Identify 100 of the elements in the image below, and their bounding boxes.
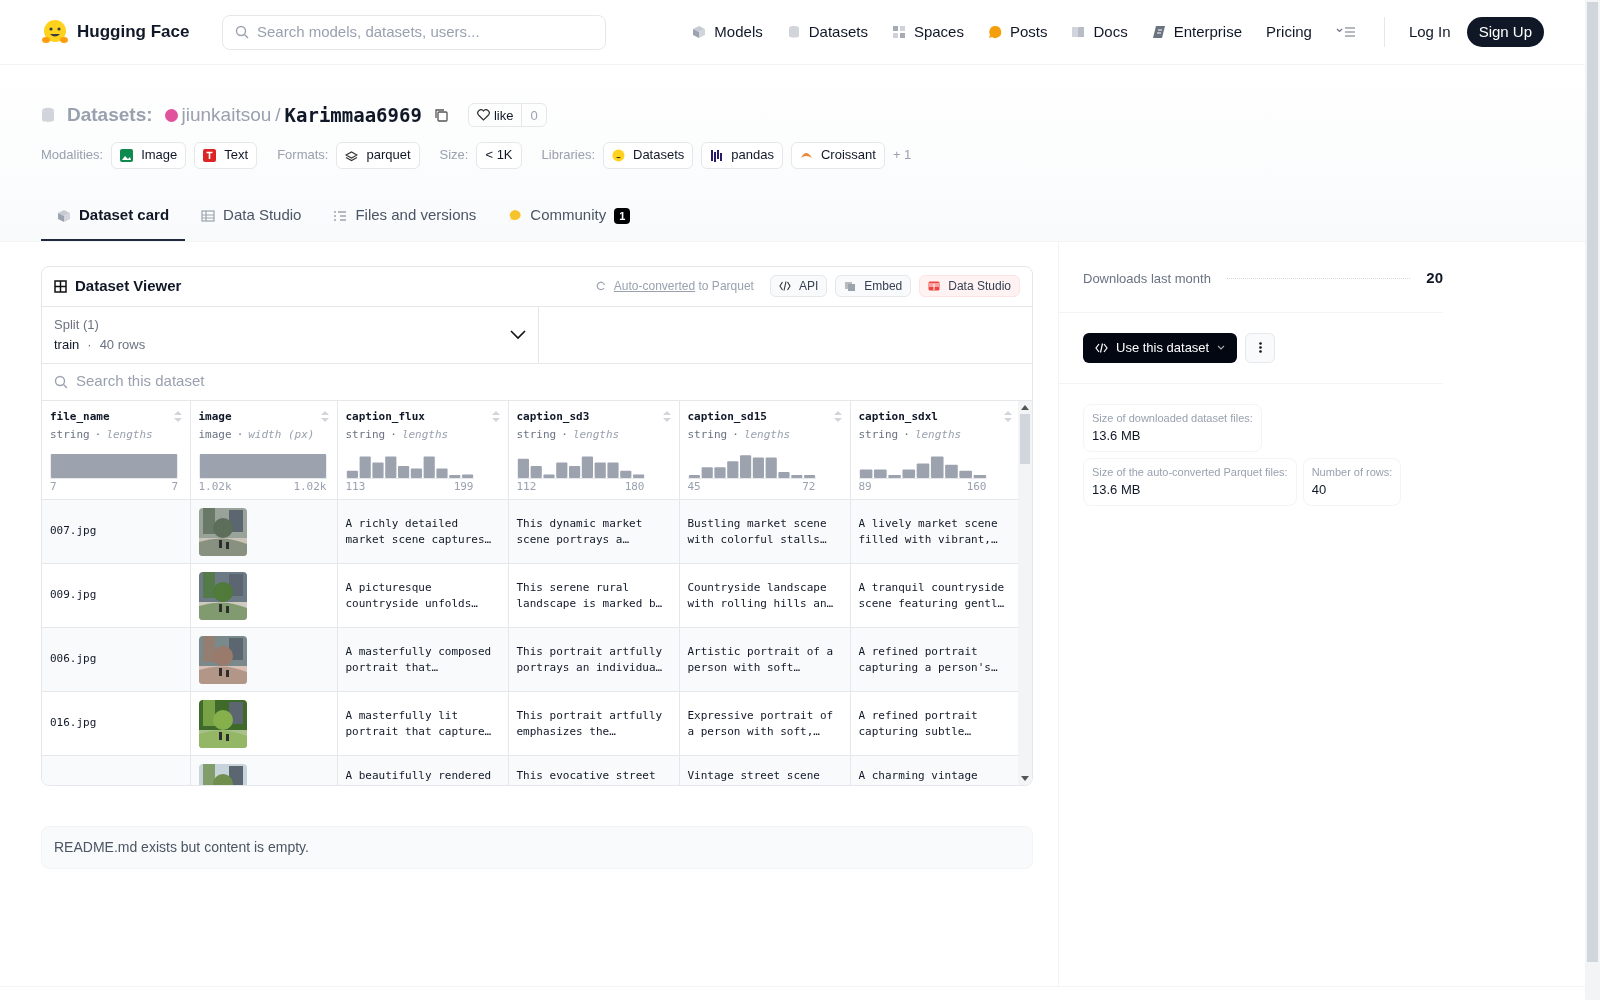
scroll-thumb[interactable] [1587,2,1598,962]
data-studio-button[interactable]: Data Studio [919,275,1020,297]
refresh-icon [595,281,606,291]
list-icon [333,208,348,223]
site-name[interactable]: Hugging Face [77,19,190,45]
like-button[interactable]: like 0 [467,103,547,128]
column-stat: lengths [572,428,620,441]
smiling-face-logo-icon[interactable] [41,18,69,46]
tab[interactable]: Community 1 [492,192,647,241]
tag-chip[interactable]: Croissant [790,141,885,169]
scrollbar[interactable] [1018,400,1032,785]
column-stat: lengths [106,428,153,441]
tag-chip[interactable]: Image [111,141,187,169]
tag-chip[interactable]: pandas [701,141,783,169]
parquet-note: to Parquet [698,279,754,293]
count-badge: 1 [614,207,631,224]
column-name[interactable]: image [198,408,232,425]
code-icon [1095,342,1108,353]
table-cell-text: This serene rural landscape is marked b… [516,579,664,612]
tag-chip[interactable]: Text [194,141,258,169]
cube-icon [57,208,71,223]
scroll-thumb[interactable] [1020,413,1030,464]
avatar-icon [164,108,178,122]
text-icon [203,148,217,162]
table-cell-text: A lively market scene filled with vibrant,… [858,515,999,548]
separator-dot: · [87,336,92,352]
tab[interactable]: Dataset card [41,192,186,241]
tag-chip[interactable]: parquet [336,141,420,169]
range-max: 180 [624,478,645,495]
column-name[interactable]: caption_sd3 [516,408,590,425]
repo-type-label: Datasets: [67,103,153,127]
heart-icon [476,109,490,122]
downloads-count: 20 [1426,268,1443,289]
smiling-face-icon [612,148,625,162]
table-cell-text: A beautifully rendered [345,768,493,784]
tag-group-label: Modalities: [41,146,104,165]
table-cell-text: A masterfully composed portrait that… [345,643,493,676]
viewer-action-button[interactable]: Embed [835,275,912,297]
speech-bubble-icon [987,25,1002,39]
table-cell-text: A refined portrait capturing subtle… [858,707,979,740]
tab[interactable]: Data Studio [185,192,318,241]
database-icon [41,107,55,124]
use-dataset-button[interactable]: Use this dataset [1083,332,1238,363]
column-stat: lengths [914,428,962,441]
range-max: 160 [966,478,987,495]
nav-link[interactable]: Docs [1071,20,1128,44]
table-cell: 006.jpg [50,652,97,666]
stat-label: Size of downloaded dataset files: [1092,410,1253,426]
dataset-name[interactable]: Karimmaa6969 [284,101,422,130]
table-cell-text: Vintage street scene [687,768,821,784]
table-cell-text: A tranquil countryside scene featuring gentl… [858,579,1006,612]
table-cell-text: Bustling market scene with colorful stalls… [687,515,828,548]
column-stat: width (px) [248,428,315,441]
tag-chip[interactable]: Datasets [603,141,694,169]
tag-icon [1151,25,1166,39]
split-dropdown[interactable]: Split (1) train · 40 rows [42,306,539,363]
column-type: image [198,428,232,441]
table-cell-text: A masterfully lit portrait that capture… [345,707,493,740]
tab[interactable]: Files and versions [317,192,493,241]
range-min: 112 [516,478,537,495]
column-stat: lengths [743,428,791,441]
range-max: 7 [171,478,178,495]
scroll-down-icon[interactable] [1021,775,1029,781]
table-cell-text: Expressive portrait of a person with soft,… [687,707,835,740]
page-scrollbar[interactable] [1585,0,1600,1000]
column-stat: lengths [401,428,449,441]
more-options-button[interactable] [1245,332,1276,363]
layers-icon [345,148,359,162]
copy-icon[interactable] [433,108,448,123]
nav-link[interactable]: Posts [987,20,1048,44]
book-icon [1071,25,1086,39]
path-separator: / [275,103,281,127]
tag-chip[interactable]: < 1K [476,141,522,169]
nav-link[interactable]: Enterprise [1151,20,1243,44]
image-icon [120,148,134,162]
nav-link[interactable]: Spaces [891,20,964,44]
sort-icon [662,411,671,423]
viewer-action-button[interactable]: API [769,275,828,297]
database-icon [786,25,801,39]
nav-link[interactable]: Datasets [786,20,868,44]
column-type: string [687,428,728,441]
search-bar[interactable]: Search models, datasets, users... [222,14,606,50]
sort-icon [491,411,500,423]
search-field[interactable]: Search models, datasets, users... [257,20,593,44]
nav-link[interactable]: Models [692,20,763,44]
separator-dot: · [732,428,739,441]
more-icon [1258,342,1262,353]
column-name[interactable]: caption_flux [345,408,425,425]
column-name[interactable]: file_name [50,408,110,425]
signup-button[interactable]: Sign Up [1466,17,1544,47]
scroll-up-icon[interactable] [1021,404,1029,410]
dataset-search-field[interactable]: Search this dataset [76,370,1020,393]
column-name[interactable]: caption_sd15 [687,408,767,425]
table-cell-text: This dynamic market scene portrays a… [516,515,644,548]
tag-group-label: Formats: [277,146,329,165]
login-link[interactable]: Log In [1400,20,1459,44]
column-name[interactable]: caption_sdxl [858,408,938,425]
nav-link[interactable]: Pricing [1266,20,1312,44]
table-cell-text: A refined portrait capturing a person's… [858,643,999,676]
table-cell-text: A richly detailed market scene captures… [345,515,493,548]
